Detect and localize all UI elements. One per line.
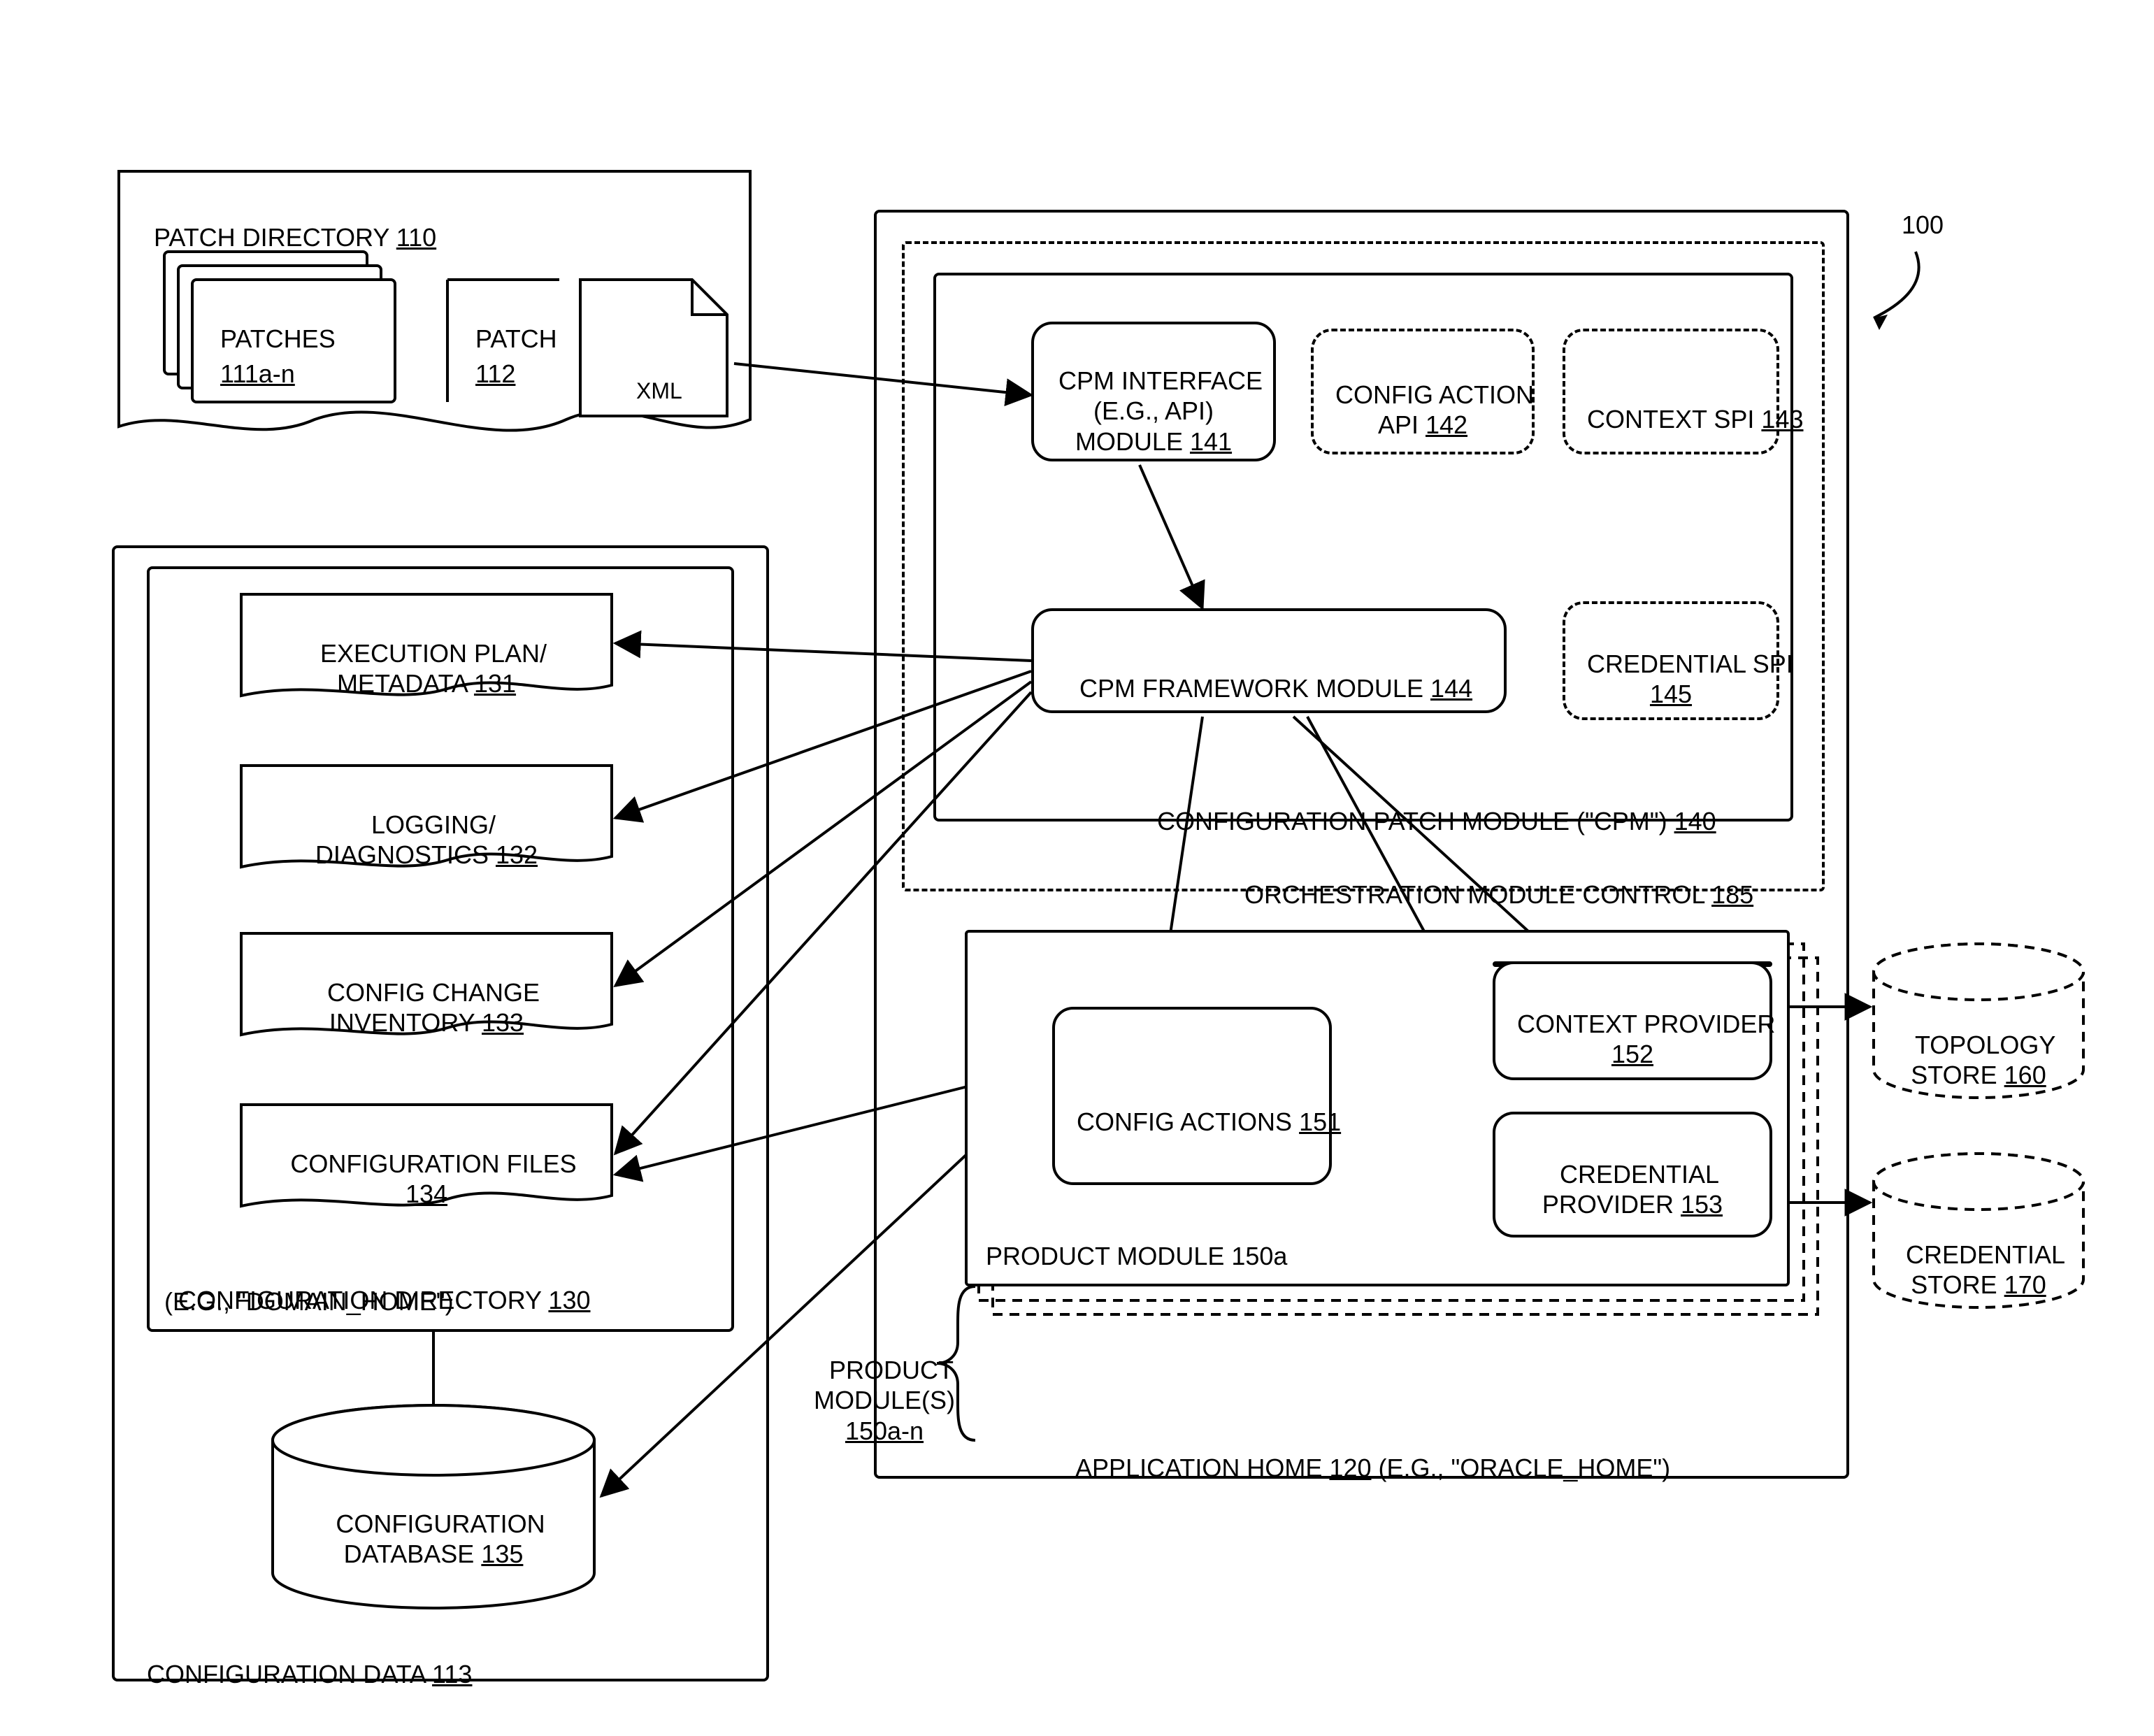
product-module-title: PRODUCT MODULE 150a — [986, 1241, 1287, 1271]
cpm-interface-label: CPM INTERFACE(E.G., API)MODULE 141 — [1042, 336, 1265, 457]
config-action-api-label: CONFIG ACTIONAPI 142 — [1321, 350, 1524, 440]
credential-spi-label: CREDENTIAL SPI145 — [1573, 619, 1769, 710]
credential-store-label: CREDENTIALSTORE 170 — [1884, 1210, 2073, 1300]
config-data-title: CONFIGURATION DATA 113 — [133, 1629, 472, 1689]
config-item-131: EXECUTION PLAN/METADATA 131 — [259, 608, 594, 699]
patches-ref: 111a-n — [206, 329, 295, 389]
application-home-title: APPLICATION HOME 120 (E.G., "ORACLE_HOME… — [1063, 1423, 1670, 1483]
config-dir-subtitle: (E.G., "DOMAIN_HOME") — [164, 1286, 454, 1317]
patch-ref: 112 — [461, 329, 515, 389]
config-item-132: LOGGING/DIAGNOSTICS 132 — [259, 780, 594, 870]
product-modules-brace-label: PRODUCTMODULE(S)150a-n — [797, 1325, 972, 1446]
figure-ref-label: 100 — [1902, 210, 1944, 240]
config-db-label: CONFIGURATIONDATABASE 135 — [301, 1479, 566, 1570]
config-item-134: CONFIGURATION FILES134 — [248, 1119, 605, 1210]
config-actions-label: CONFIG ACTIONS 151 — [1063, 1077, 1321, 1137]
context-provider-label: CONTEXT PROVIDER152 — [1503, 979, 1762, 1070]
credential-provider-label: CREDENTIALPROVIDER 153 — [1503, 1129, 1762, 1220]
cpm-title: CONFIGURATION PATCH MODULE ("CPM") 140 — [1143, 776, 1716, 836]
patch-directory-title: PATCH DIRECTORY 110 — [140, 192, 436, 252]
context-spi-label: CONTEXT SPI 143 — [1573, 374, 1769, 434]
cpm-framework-label: CPM FRAMEWORK MODULE 144 — [1049, 643, 1489, 703]
xml-icon: XML — [636, 378, 682, 404]
orchestration-title: ORCHESTRATION MODULE CONTROL 185 — [1230, 849, 1753, 910]
config-item-133: CONFIG CHANGEINVENTORY 133 — [259, 947, 594, 1038]
topology-store-label: TOPOLOGYSTORE 160 — [1888, 1000, 2069, 1091]
